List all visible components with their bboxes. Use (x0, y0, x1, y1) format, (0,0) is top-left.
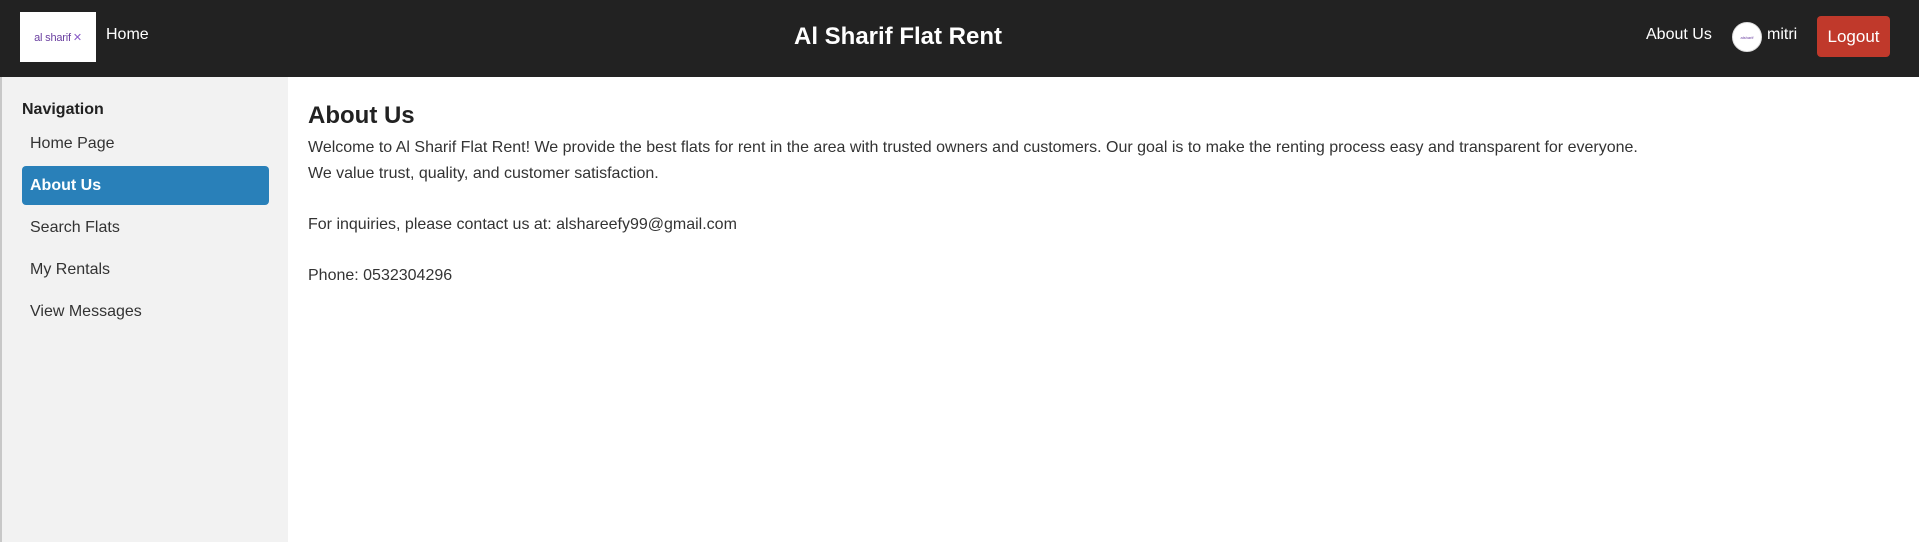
nav-about-link[interactable]: About Us (1646, 26, 1712, 44)
logo-x-mark: ✕ (72, 31, 82, 44)
username-link[interactable]: mitri (1767, 26, 1797, 44)
avatar-logo: alsharif (1740, 34, 1754, 40)
user-avatar[interactable]: alsharif (1732, 22, 1762, 52)
logout-button[interactable]: Logout (1817, 16, 1890, 57)
intro-text-line1: Welcome to Al Sharif Flat Rent! We provi… (308, 139, 1638, 156)
sidebar-item-home-page[interactable]: Home Page (22, 124, 269, 163)
intro-text-line2: We value trust, quality, and customer sa… (308, 165, 659, 182)
page-title: About Us (308, 102, 415, 129)
contact-text: For inquiries, please contact us at: als… (308, 216, 737, 233)
sidebar-item-search-flats[interactable]: Search Flats (22, 208, 269, 247)
site-title: Al Sharif Flat Rent (0, 23, 1796, 51)
site-title-text: Al Sharif Flat Rent (793, 23, 1003, 50)
nav-home-link[interactable]: Home (106, 26, 149, 44)
site-logo[interactable]: al sharif ✕ (20, 12, 96, 62)
sidebar-item-my-rentals[interactable]: My Rentals (22, 250, 269, 289)
sidebar-item-about-us[interactable]: About Us (22, 166, 269, 205)
sidebar: Navigation Home Page About Us Search Fla… (0, 77, 288, 542)
top-navbar: al sharif ✕ Home Al Sharif Flat Rent Abou… (0, 0, 1919, 77)
phone-text: Phone: 0532304296 (308, 267, 453, 284)
sidebar-item-view-messages[interactable]: View Messages (22, 292, 269, 331)
main-content: About Us Welcome to Al Sharif Flat Rent!… (288, 77, 1919, 542)
sidebar-heading: Navigation (22, 101, 104, 118)
logo-text: al sharif ✕ (34, 31, 82, 44)
